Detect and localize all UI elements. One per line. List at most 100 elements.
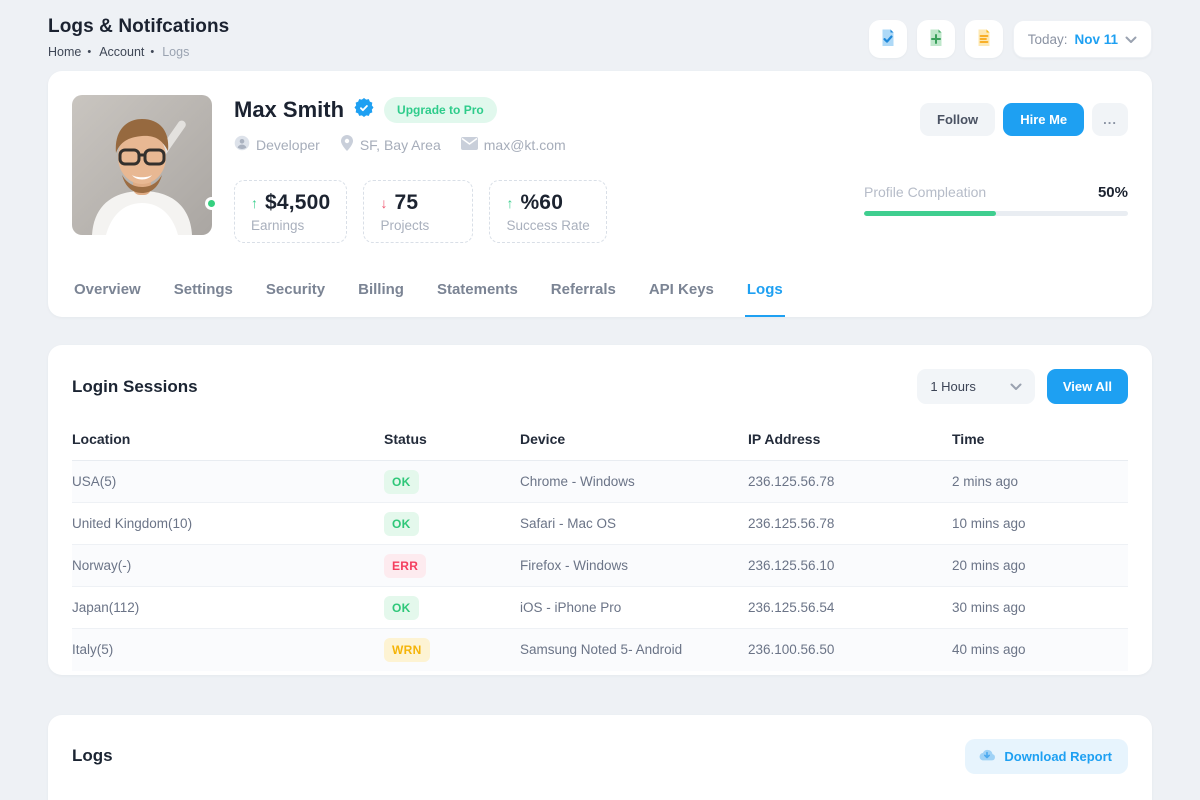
- breadcrumb-item-home[interactable]: Home: [48, 45, 81, 59]
- location-icon: [340, 135, 354, 154]
- date-label: Today:: [1028, 32, 1068, 47]
- upgrade-to-pro-badge[interactable]: Upgrade to Pro: [384, 97, 497, 123]
- status-badge: OK: [384, 512, 419, 536]
- login-sessions-card: Login Sessions 1 Hours View All Location…: [48, 345, 1152, 675]
- profile-location-label: SF, Bay Area: [360, 137, 441, 153]
- cell-ip: 236.125.56.78: [748, 461, 952, 503]
- file-lines-icon-button[interactable]: [965, 20, 1003, 58]
- status-badge: ERR: [384, 554, 426, 578]
- topbar: Logs & Notifcations Home•Account•Logs To: [48, 0, 1152, 71]
- ellipsis-icon: ...: [1103, 112, 1117, 127]
- file-lines-icon: [973, 27, 995, 52]
- completion-label: Profile Compleation: [864, 184, 986, 200]
- tab-settings[interactable]: Settings: [172, 277, 235, 317]
- table-row[interactable]: USA(5)OKChrome - Windows236.125.56.782 m…: [72, 461, 1128, 503]
- cell-device: Firefox - Windows: [520, 545, 748, 587]
- cell-device: Samsung Noted 5- Android: [520, 629, 748, 671]
- cell-time: 30 mins ago: [952, 587, 1128, 629]
- column-header-location: Location: [72, 418, 384, 461]
- column-header-time: Time: [952, 418, 1128, 461]
- profile-info: Max Smith Upgrade to Pro Developer SF, B…: [234, 95, 864, 243]
- breadcrumb: Home•Account•Logs: [48, 45, 229, 59]
- sessions-title: Login Sessions: [72, 377, 198, 397]
- cell-location: United Kingdom(10): [72, 503, 384, 545]
- breadcrumb-item-account[interactable]: Account: [99, 45, 144, 59]
- stat-label: Earnings: [251, 218, 330, 233]
- stat-value: %60: [520, 191, 563, 215]
- chevron-down-icon: [1010, 379, 1022, 394]
- tab-billing[interactable]: Billing: [356, 277, 406, 317]
- breadcrumb-item-logs: Logs: [162, 45, 189, 59]
- logs-title: Logs: [72, 746, 113, 766]
- arrow-up-icon: ↑: [251, 195, 258, 211]
- arrow-up-icon: ↑: [506, 195, 513, 211]
- user-icon: [234, 135, 250, 154]
- cell-device: Chrome - Windows: [520, 461, 748, 503]
- stat-success-rate: ↑ %60 Success Rate: [489, 180, 606, 243]
- file-plus-icon: [925, 27, 947, 52]
- breadcrumb-separator: •: [87, 46, 91, 58]
- column-header-status: Status: [384, 418, 520, 461]
- cell-time: 2 mins ago: [952, 461, 1128, 503]
- stat-value: $4,500: [265, 191, 330, 215]
- profile-email-label: max@kt.com: [484, 137, 566, 153]
- stat-projects: ↓75Projects: [363, 180, 473, 243]
- view-all-button[interactable]: View All: [1047, 369, 1128, 404]
- tab-referrals[interactable]: Referrals: [549, 277, 618, 317]
- table-row[interactable]: Japan(112)OK iOS - iPhone Pro236.125.56.5…: [72, 587, 1128, 629]
- cell-ip: 236.125.56.54: [748, 587, 952, 629]
- column-header-ip-address: IP Address: [748, 418, 952, 461]
- cell-status: WRN: [384, 629, 520, 671]
- download-report-label: Download Report: [1004, 749, 1112, 764]
- cell-status: OK: [384, 461, 520, 503]
- avatar-photo: [72, 95, 212, 235]
- download-report-button[interactable]: Download Report: [965, 739, 1128, 774]
- tab-overview[interactable]: Overview: [72, 277, 143, 317]
- cell-time: 20 mins ago: [952, 545, 1128, 587]
- profile-stats: ↑$4,500Earnings↓75Projects↑%60Success Ra…: [234, 180, 864, 243]
- stat-label: Projects: [380, 218, 456, 233]
- chevron-down-icon: [1125, 32, 1137, 47]
- profile-header: Max Smith Upgrade to Pro Developer SF, B…: [72, 95, 1128, 243]
- cell-location: Norway(-): [72, 545, 384, 587]
- sessions-filter-dropdown[interactable]: 1 Hours: [917, 369, 1035, 404]
- tab-logs[interactable]: Logs: [745, 277, 785, 317]
- tab-statements[interactable]: Statements: [435, 277, 520, 317]
- file-check-icon: [877, 27, 899, 52]
- cell-location: USA(5): [72, 461, 384, 503]
- cell-status: OK: [384, 503, 520, 545]
- more-options-button[interactable]: ...: [1092, 103, 1128, 136]
- cell-ip: 236.125.56.10: [748, 545, 952, 587]
- cell-device: Safari - Mac OS: [520, 503, 748, 545]
- verified-badge-icon: [354, 98, 374, 123]
- cell-ip: 236.125.56.78: [748, 503, 952, 545]
- status-badge: OK: [384, 596, 419, 620]
- logs-card: Logs Download Report 500 ERRPOST /v1/inv…: [48, 715, 1152, 800]
- table-row[interactable]: Italy(5)WRNSamsung Noted 5- Android236.1…: [72, 629, 1128, 671]
- tab-api-keys[interactable]: API Keys: [647, 277, 716, 317]
- file-plus-icon-button[interactable]: [917, 20, 955, 58]
- file-check-icon-button[interactable]: [869, 20, 907, 58]
- profile-meta: Developer SF, Bay Area max@kt.com: [234, 135, 864, 154]
- topbar-actions: Today: Nov 11: [869, 20, 1152, 58]
- hire-me-button[interactable]: Hire Me: [1003, 103, 1084, 136]
- stat-value: 75: [394, 191, 418, 215]
- table-row[interactable]: Norway(-)ERR Firefox - Windows236.125.56.…: [72, 545, 1128, 587]
- page-root: Logs & Notifcations Home•Account•Logs To: [0, 0, 1200, 800]
- status-badge: WRN: [384, 638, 430, 662]
- cell-time: 10 mins ago: [952, 503, 1128, 545]
- follow-button[interactable]: Follow: [920, 103, 995, 136]
- completion-progress-fill: [864, 211, 996, 216]
- cell-location: Japan(112): [72, 587, 384, 629]
- cloud-download-icon: [978, 748, 996, 765]
- cell-device: iOS - iPhone Pro: [520, 587, 748, 629]
- table-row[interactable]: United Kingdom(10)OK Safari - Mac OS236.1…: [72, 503, 1128, 545]
- topbar-left: Logs & Notifcations Home•Account•Logs: [48, 16, 229, 59]
- profile-tabs: Overview Settings Security Billing Statement…: [72, 277, 1128, 317]
- completion-percent: 50%: [1098, 184, 1128, 201]
- date-picker[interactable]: Today: Nov 11: [1013, 20, 1152, 58]
- cell-status: ERR: [384, 545, 520, 587]
- profile-role: Developer: [234, 135, 320, 154]
- stat-label: Success Rate: [506, 218, 589, 233]
- tab-security[interactable]: Security: [264, 277, 327, 317]
